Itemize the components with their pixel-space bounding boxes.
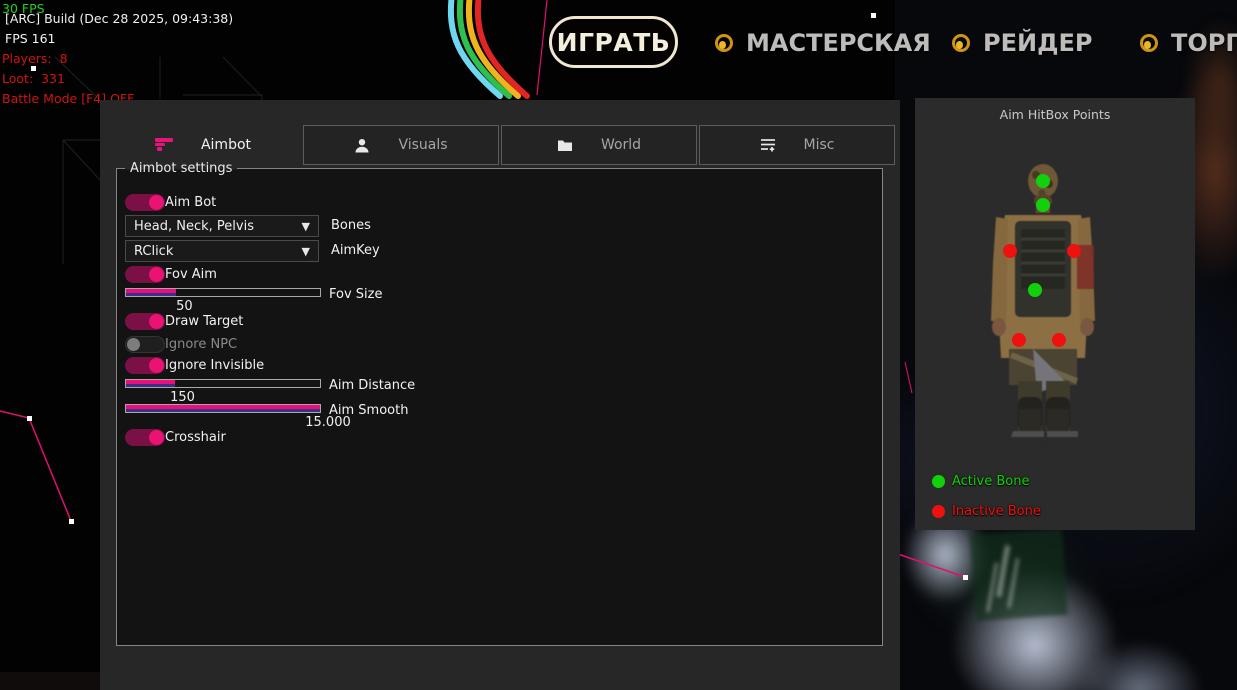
tab-label: Aimbot — [201, 137, 251, 153]
hitbox-dot-head — [1036, 174, 1050, 188]
fov-aim-label: Fov Aim — [165, 267, 217, 283]
tab-aimbot[interactable]: Aimbot — [105, 125, 301, 165]
ignore-npc-toggle[interactable] — [125, 336, 165, 353]
hitbox-dot-right-thigh — [1052, 333, 1066, 347]
legend-active-bone: Active Bone — [932, 474, 1029, 489]
game-exit-sign — [970, 529, 1068, 621]
slider-fill — [126, 405, 320, 412]
fov-size-slider[interactable]: 50 — [125, 288, 321, 297]
aim-distance-slider[interactable]: 150 — [125, 379, 321, 388]
inactive-bone-dot-icon — [932, 505, 945, 518]
crosshair-label: Crosshair — [165, 430, 226, 446]
aim-bot-toggle[interactable] — [125, 194, 165, 211]
gun-icon — [155, 138, 173, 152]
play-button[interactable]: ИГРАТЬ — [549, 16, 678, 68]
bones-dropdown-value: Head, Neck, Pelvis — [134, 219, 254, 234]
legend-label: Inactive Bone — [952, 504, 1041, 519]
menu-item-raider[interactable]: РЕЙДЕР — [952, 27, 1092, 59]
tab-misc[interactable]: Misc — [699, 125, 895, 165]
tab-label: Misc — [804, 137, 835, 153]
chevron-down-icon: ▼ — [302, 245, 310, 258]
fov-aim-toggle[interactable] — [125, 266, 165, 283]
active-bone-dot-icon — [932, 475, 945, 488]
draw-target-label: Draw Target — [165, 314, 243, 330]
hitbox-dot-pelvis — [1028, 283, 1042, 297]
tab-label: World — [601, 137, 641, 153]
tab-label: Visuals — [398, 137, 447, 153]
menu-item-workshop[interactable]: МАСТЕРСКАЯ — [715, 27, 931, 59]
aimbot-settings-group: Aimbot settings Aim Bot Head, Neck, Pelv… — [116, 168, 883, 646]
ignore-invisible-label: Ignore Invisible — [165, 358, 264, 374]
folder-icon — [557, 138, 573, 152]
screen: 30 FPS [ARC] Build (Dec 28 2025, 09:43:3… — [0, 0, 1237, 690]
bones-dropdown[interactable]: Head, Neck, Pelvis ▼ — [125, 215, 319, 237]
group-title: Aimbot settings — [125, 160, 237, 177]
hitbox-preview-panel: Aim HitBox Points — [915, 98, 1195, 530]
chevron-down-icon: ▼ — [302, 220, 310, 233]
menu-item-label: ТОРГО — [1171, 29, 1237, 57]
tab-visuals[interactable]: Visuals — [303, 125, 499, 165]
slider-fill — [126, 289, 176, 296]
aimkey-dropdown-value: RClick — [134, 244, 173, 259]
aimkey-dropdown[interactable]: RClick ▼ — [125, 240, 319, 262]
aimkey-label: AimKey — [331, 243, 380, 259]
aim-distance-value: 150 — [170, 390, 195, 405]
person-icon — [354, 138, 370, 153]
aim-distance-label: Aim Distance — [329, 378, 415, 394]
sliders-icon — [760, 138, 776, 153]
aim-smooth-slider[interactable]: 15.000 — [125, 404, 321, 413]
legend-label: Active Bone — [952, 474, 1029, 489]
ignore-invisible-toggle[interactable] — [125, 357, 165, 374]
hitbox-panel-title: Aim HitBox Points — [915, 107, 1195, 122]
cheat-menu-window: Aimbot Visuals World — [100, 100, 900, 690]
hitbox-dot-neck — [1036, 198, 1050, 212]
aim-smooth-label: Aim Smooth — [329, 403, 408, 419]
coin-icon — [715, 34, 733, 52]
game-main-menu: ИГРАТЬ МАСТЕРСКАЯ РЕЙДЕР ТОРГО — [0, 0, 1237, 95]
fov-size-value: 50 — [176, 299, 193, 314]
coin-icon — [952, 34, 970, 52]
slider-fill — [126, 380, 175, 387]
ignore-npc-label: Ignore NPC — [165, 337, 237, 353]
coin-icon — [1140, 34, 1158, 52]
menu-item-label: МАСТЕРСКАЯ — [746, 29, 931, 57]
menu-item-label: РЕЙДЕР — [983, 29, 1092, 57]
legend-inactive-bone: Inactive Bone — [932, 504, 1041, 519]
hitbox-dot-left-thigh — [1012, 333, 1026, 347]
bones-label: Bones — [331, 218, 371, 234]
aim-bot-label: Aim Bot — [165, 195, 216, 211]
tab-bar: Aimbot Visuals World — [105, 125, 895, 165]
tab-world[interactable]: World — [501, 125, 697, 165]
hitbox-dot-left-shoulder — [1003, 244, 1017, 258]
hitbox-dot-right-shoulder — [1067, 244, 1081, 258]
draw-target-toggle[interactable] — [125, 313, 165, 330]
menu-item-trade[interactable]: ТОРГО — [1140, 27, 1237, 59]
crosshair-toggle[interactable] — [125, 429, 165, 446]
fov-size-label: Fov Size — [329, 287, 382, 303]
